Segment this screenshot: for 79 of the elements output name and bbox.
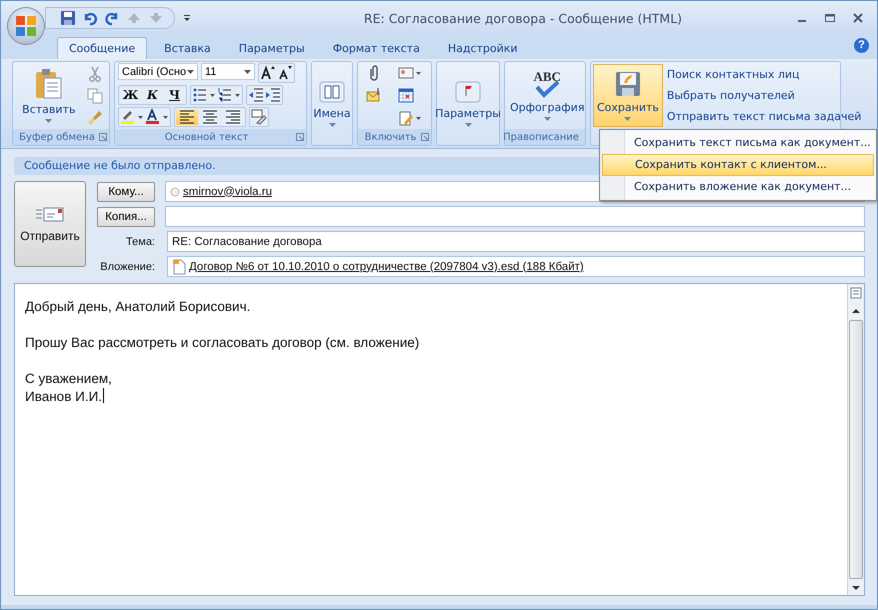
redo-icon[interactable] [104, 10, 120, 26]
grow-font-icon[interactable] [260, 65, 276, 81]
caret-icon [624, 117, 632, 121]
group-label: Правописание [503, 132, 579, 142]
address-book-icon [319, 80, 345, 104]
ribbon-tab[interactable]: Формат текста [322, 38, 431, 59]
presence-icon [170, 186, 180, 196]
cc-field[interactable] [165, 206, 865, 227]
attachment-field[interactable]: Договор №6 от 10.10.2010 о сотрудничестве (2097804 v3).esd (188 Кбайт) [167, 256, 865, 277]
menu-item[interactable]: Сохранить контакт с клиентом... [602, 154, 874, 176]
format-button[interactable]: Ж [120, 87, 141, 103]
logo-icon [14, 14, 38, 38]
caret-icon [544, 116, 551, 120]
font-name-combo[interactable]: Calibri (Осно [118, 63, 198, 80]
close-icon[interactable] [851, 11, 865, 25]
increase-indent-icon[interactable] [265, 87, 281, 103]
shrink-font-icon[interactable] [277, 65, 293, 81]
to-button[interactable]: Кому... [97, 182, 155, 202]
undo-icon[interactable] [82, 10, 98, 26]
checkmark-icon [534, 80, 560, 98]
ribbon-tab[interactable]: Сообщение [57, 37, 148, 59]
options-button[interactable]: Параметры [432, 64, 504, 144]
help-button[interactable]: ? [854, 38, 869, 53]
group-label: Включить [364, 132, 416, 142]
align-icon [179, 109, 195, 125]
align-icon [225, 109, 241, 125]
ribbon-link[interactable]: Выбрать получателей [666, 89, 862, 102]
business-card-icon[interactable] [398, 64, 422, 81]
caret-icon [328, 123, 336, 127]
scrollbar[interactable] [847, 284, 864, 595]
flag-icon [455, 80, 481, 104]
font-size-combo[interactable]: 11 [201, 63, 255, 80]
caret-icon [464, 123, 472, 127]
ribbon-tab[interactable]: Параметры [228, 38, 316, 59]
clipboard-icon [34, 68, 64, 100]
menu-item[interactable]: Сохранить текст письма как документ... [602, 132, 874, 154]
spelling-button[interactable]: ABC Орфография [507, 68, 588, 122]
format-button[interactable]: К [142, 87, 163, 103]
message-body[interactable]: Добрый день, Анатолий Борисович. Прошу Вас рассмотреть и согласовать договор (см. вложение) С уважением, Иванов И.И. [14, 283, 865, 596]
font-color-icon[interactable] [145, 109, 169, 125]
signature-icon[interactable] [398, 110, 422, 126]
body-text: Добрый день, Анатолий Борисович. [25, 298, 252, 316]
customize-icon[interactable] [183, 14, 191, 22]
save-icon[interactable] [60, 10, 76, 26]
format-button[interactable]: Ч [164, 87, 185, 103]
send-button[interactable]: Отправить [14, 181, 86, 267]
caret-icon [244, 70, 251, 74]
ribbon-link[interactable]: Поиск контактных лиц [666, 68, 862, 81]
maximize-icon[interactable] [823, 11, 837, 25]
align-button[interactable] [176, 109, 198, 125]
caret-icon [45, 119, 52, 123]
clear-format-icon[interactable] [251, 109, 267, 125]
launcher-icon[interactable] [296, 133, 304, 141]
ribbon-tab[interactable]: Надстройки [436, 38, 529, 59]
subject-field[interactable]: RE: Согласование договора [167, 231, 865, 252]
decrease-indent-icon[interactable] [248, 87, 264, 103]
align-icon [202, 109, 218, 125]
calendar-icon[interactable] [398, 87, 414, 104]
highlight-icon[interactable] [120, 109, 144, 125]
body-text: Иванов И.И. [25, 388, 106, 406]
attachment-label: Вложение: [99, 260, 156, 272]
group-label: Буфер обмена [19, 132, 95, 142]
save-button[interactable]: Сохранить [593, 64, 663, 127]
body-text: Прошу Вас рассмотреть и согласовать договор (см. вложение) [25, 334, 420, 352]
window-title: RE: Согласование договора - Сообщение (HTML) [362, 10, 684, 26]
file-icon [172, 258, 186, 274]
mail-attach-icon[interactable] [366, 87, 382, 104]
subject-label: Тема: [125, 236, 156, 248]
launcher-icon[interactable] [421, 133, 429, 141]
body-text: С уважением, [25, 370, 113, 388]
caret-icon [187, 70, 194, 74]
launcher-icon[interactable] [99, 133, 107, 141]
group-label: Основной текст [164, 132, 248, 142]
ribbon-link[interactable]: Отправить текст письма задачей [666, 110, 862, 123]
paste-button[interactable]: Вставить [19, 66, 78, 125]
bullet-list-icon[interactable] [192, 87, 216, 103]
numbered-list-icon[interactable] [217, 87, 241, 103]
cc-button[interactable]: Копия... [97, 206, 155, 226]
ribbon-tab[interactable]: Вставка [153, 38, 222, 59]
